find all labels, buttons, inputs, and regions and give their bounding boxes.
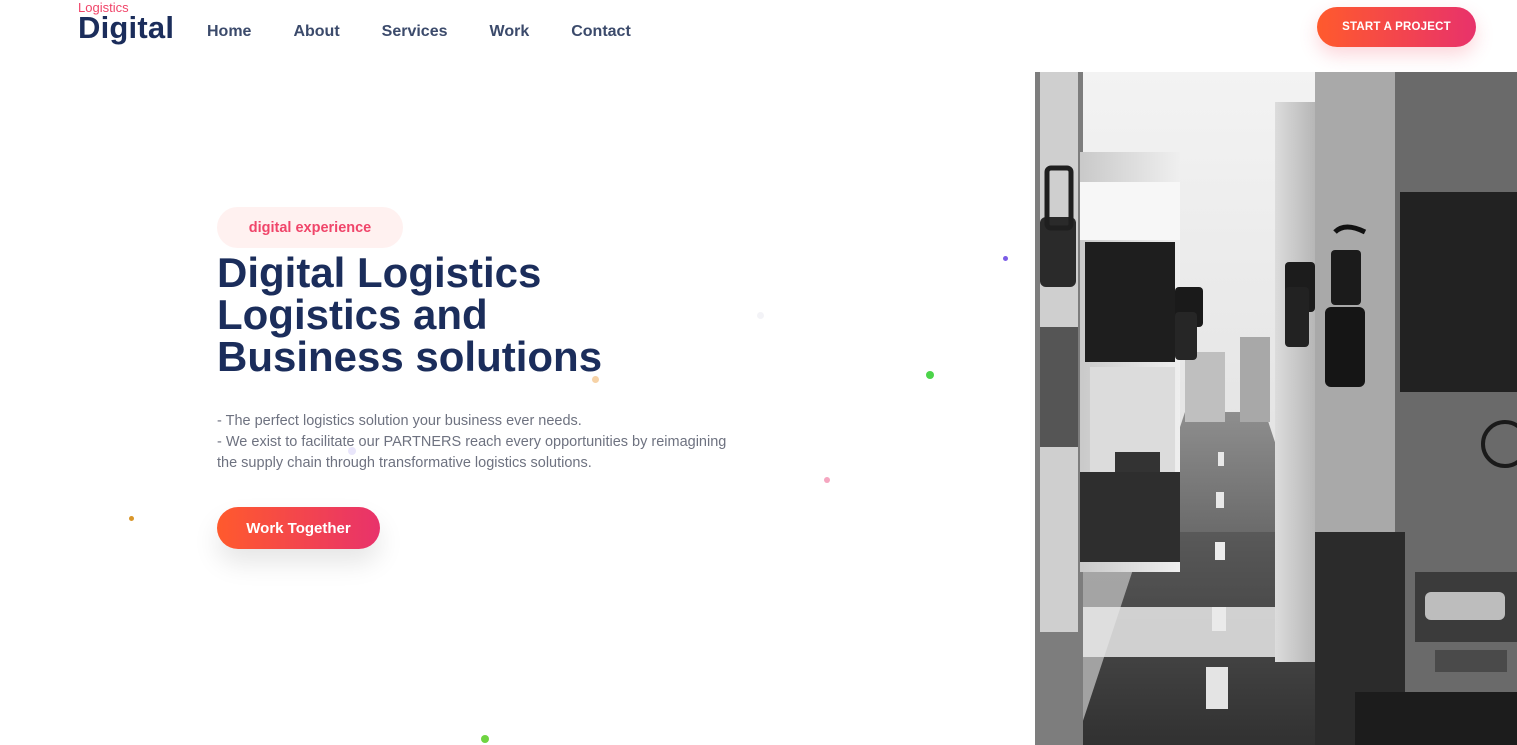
site-logo[interactable]: Logistics Digital: [78, 0, 188, 50]
nav-home[interactable]: Home: [207, 20, 251, 44]
decorative-dot: [824, 477, 830, 483]
decorative-dot: [348, 447, 356, 455]
hero-description-line: the supply chain through transformative …: [217, 455, 592, 471]
start-project-button[interactable]: START A PROJECT: [1317, 7, 1476, 47]
nav-services[interactable]: Services: [382, 20, 448, 44]
hero-description: - The perfect logistics solution your bu…: [217, 411, 777, 474]
nav-work[interactable]: Work: [490, 20, 530, 44]
decorative-dot: [481, 735, 489, 743]
main-nav: Home About Services Work Contact: [207, 20, 673, 44]
nav-contact[interactable]: Contact: [571, 20, 631, 44]
hero-description-line: - The perfect logistics solution your bu…: [217, 413, 582, 429]
hero-headline-line: Logistics and: [217, 291, 488, 338]
decorative-dot: [129, 516, 134, 521]
nav-about[interactable]: About: [293, 20, 339, 44]
hero-description-line: - We exist to facilitate our PARTNERS re…: [217, 434, 727, 450]
hero-badge: digital experience: [217, 207, 403, 248]
hero-headline-line: Business solutions: [217, 333, 603, 380]
decorative-dot: [1003, 256, 1008, 261]
decorative-dot: [757, 312, 764, 319]
decorative-dot: [926, 371, 934, 379]
decorative-dot: [592, 376, 599, 383]
hero-image-trucks: [1035, 72, 1517, 745]
hero-headline: Digital Logistics Logistics and Business…: [217, 252, 777, 378]
logo-wordmark: Digital: [78, 10, 175, 45]
work-together-button[interactable]: Work Together: [217, 507, 380, 549]
hero-headline-line: Digital Logistics: [217, 249, 542, 296]
